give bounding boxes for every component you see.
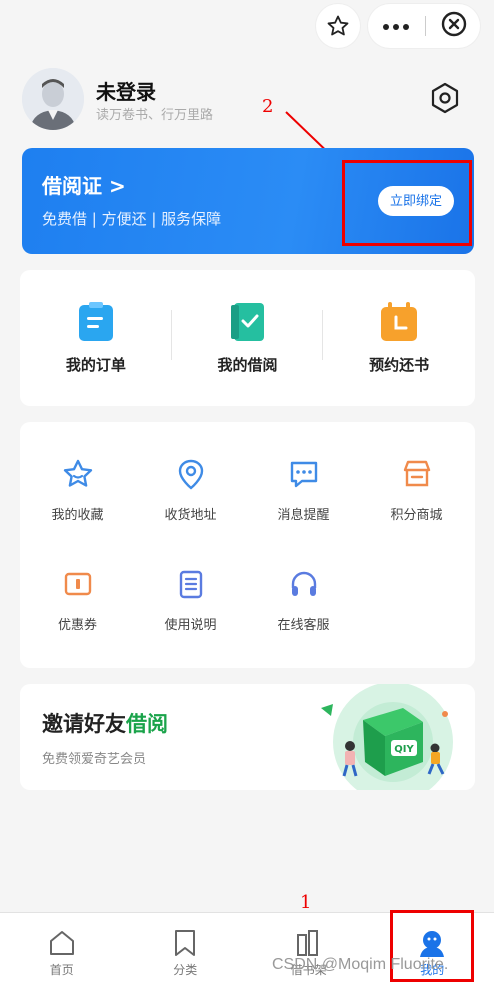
headset-icon <box>291 571 316 596</box>
points-store-entry[interactable]: 积分商城 <box>360 458 473 548</box>
borrow-icon <box>230 302 264 341</box>
mini-program-capsule <box>316 4 480 48</box>
tab-label: 分类 <box>173 963 198 977</box>
more-button[interactable] <box>381 17 411 36</box>
iqiyi-logo-text: QIY <box>394 744 414 755</box>
service-label: 收货地址 <box>164 508 217 523</box>
message-icon <box>290 461 317 488</box>
return-icon <box>381 301 418 341</box>
coupon-entry[interactable]: 优惠券 <box>21 568 134 658</box>
avatar[interactable] <box>22 68 84 130</box>
hexagon-settings-icon <box>431 82 459 114</box>
service-label: 优惠券 <box>57 618 97 633</box>
annotation-number-2: 2 <box>262 96 274 117</box>
annotation-number-1: 1 <box>300 892 312 913</box>
favorite-button[interactable] <box>316 4 360 48</box>
capsule-divider <box>425 16 427 36</box>
profile-header: 未登录 读万卷书、行万里路 <box>20 66 474 136</box>
service-label: 使用说明 <box>164 618 217 633</box>
address-entry[interactable]: 收货地址 <box>134 458 247 548</box>
username[interactable]: 未登录 <box>96 76 156 105</box>
my-orders-entry[interactable]: 我的订单 <box>20 270 172 406</box>
return-label: 预约还书 <box>369 355 430 374</box>
bookshelf-icon <box>296 930 318 956</box>
star-icon <box>63 459 92 487</box>
iqiyi-promo-illustration: QIY <box>321 684 453 790</box>
service-label: 我的收藏 <box>51 508 104 523</box>
tab-category[interactable]: 分类 <box>124 913 248 986</box>
more-dots-icon <box>383 23 410 30</box>
favorites-entry[interactable]: 我的收藏 <box>21 458 134 548</box>
invite-title-highlight: 借阅 <box>126 712 168 736</box>
tab-home[interactable]: 首页 <box>0 913 124 986</box>
tab-label: 首页 <box>49 963 74 977</box>
borrow-label: 我的借阅 <box>217 355 278 374</box>
document-icon <box>179 570 202 599</box>
customer-service-entry[interactable]: 在线客服 <box>247 568 360 658</box>
user-motto: 读万卷书、行万里路 <box>96 108 214 123</box>
invite-subtitle: 免费领爱奇艺会员 <box>42 752 147 767</box>
capsule-menu <box>368 4 480 48</box>
library-card-title[interactable]: 借阅证 > <box>42 170 126 199</box>
invite-friends-banner[interactable]: 邀请好友借阅 免费领爱奇艺会员 QIY <box>20 684 475 790</box>
settings-button[interactable] <box>430 82 460 114</box>
message-entry[interactable]: 消息提醒 <box>247 458 360 548</box>
service-label: 消息提醒 <box>277 508 330 523</box>
orders-panel: 我的订单 我的借阅 预约还书 <box>20 270 475 406</box>
home-icon <box>49 931 74 955</box>
location-icon <box>178 459 203 490</box>
default-avatar-icon <box>22 68 84 130</box>
service-label: 积分商城 <box>390 508 443 523</box>
invite-title: 邀请好友借阅 <box>42 708 168 738</box>
close-circle-icon <box>441 11 467 37</box>
order-label: 我的订单 <box>65 355 126 374</box>
services-panel: 我的收藏 收货地址 消息提醒 积分商城 优惠券 使用说明 在线客服 <box>20 422 475 668</box>
instructions-entry[interactable]: 使用说明 <box>134 568 247 658</box>
tab-bookshelf[interactable]: 借书架 <box>247 913 371 986</box>
store-icon <box>403 460 430 487</box>
coupon-icon <box>64 572 91 596</box>
star-outline-icon <box>327 15 349 36</box>
library-card-subtitle: 免费借 | 方便还 | 服务保障 <box>42 210 222 228</box>
my-borrow-entry[interactable]: 我的借阅 <box>172 270 324 406</box>
annotation-highlight-box-2 <box>342 160 472 246</box>
service-label: 在线客服 <box>277 618 330 633</box>
reserve-return-entry[interactable]: 预约还书 <box>323 270 475 406</box>
bookmark-icon <box>175 930 196 956</box>
invite-title-prefix: 邀请好友 <box>42 712 126 736</box>
order-icon <box>78 301 113 341</box>
annotation-highlight-box-1 <box>390 910 474 982</box>
close-button[interactable] <box>441 11 467 41</box>
tab-label: 借书架 <box>290 963 327 977</box>
